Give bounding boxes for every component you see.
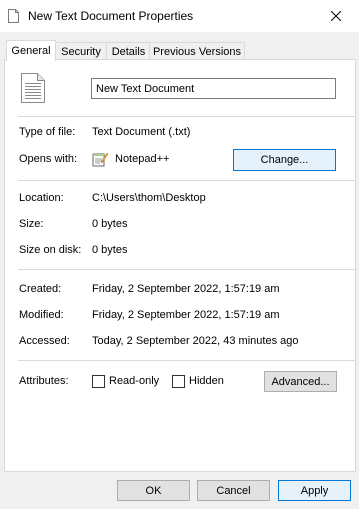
opens-with-label: Opens with:	[19, 153, 78, 165]
general-panel	[4, 59, 356, 472]
modified-value: Friday, 2 September 2022, 1:57:19 am	[92, 309, 280, 321]
read-only-checkbox[interactable]	[92, 375, 105, 388]
change-button[interactable]: Change...	[233, 149, 336, 171]
window-title: New Text Document Properties	[28, 9, 194, 23]
accessed-label: Accessed:	[19, 335, 70, 347]
apply-button[interactable]: Apply	[278, 480, 351, 501]
size-on-disk-label: Size on disk:	[19, 244, 82, 256]
tab-details[interactable]: Details	[106, 42, 151, 60]
accessed-value: Today, 2 September 2022, 43 minutes ago	[92, 335, 299, 347]
ok-button[interactable]: OK	[117, 480, 190, 501]
separator	[18, 116, 355, 117]
close-button[interactable]	[313, 0, 359, 32]
separator	[18, 269, 355, 270]
advanced-button[interactable]: Advanced...	[264, 371, 337, 392]
location-value: C:\Users\thom\Desktop	[92, 192, 206, 204]
file-name-input[interactable]	[91, 78, 336, 99]
cancel-button[interactable]: Cancel	[197, 480, 270, 501]
hidden-checkbox[interactable]	[172, 375, 185, 388]
type-of-file-label: Type of file:	[19, 126, 76, 138]
hidden-label[interactable]: Hidden	[189, 375, 224, 387]
tab-previous-versions[interactable]: Previous Versions	[149, 42, 245, 60]
document-icon	[8, 9, 19, 23]
close-icon	[331, 11, 341, 21]
title-bar: New Text Document Properties	[0, 0, 359, 32]
size-on-disk-value: 0 bytes	[92, 244, 128, 256]
tab-general[interactable]: General	[6, 40, 56, 61]
notepad-plus-plus-icon	[92, 152, 108, 167]
read-only-label[interactable]: Read-only	[109, 375, 159, 387]
size-value: 0 bytes	[92, 218, 128, 230]
opens-with-value: Notepad++	[115, 153, 170, 165]
tab-security[interactable]: Security	[54, 42, 108, 60]
size-label: Size:	[19, 218, 44, 230]
text-file-icon	[21, 73, 45, 103]
type-of-file-value: Text Document (.txt)	[92, 126, 191, 138]
modified-label: Modified:	[19, 309, 64, 321]
separator	[18, 180, 355, 181]
attributes-label: Attributes:	[19, 375, 69, 387]
created-label: Created:	[19, 283, 62, 295]
created-value: Friday, 2 September 2022, 1:57:19 am	[92, 283, 280, 295]
location-label: Location:	[19, 192, 64, 204]
separator	[18, 360, 355, 361]
